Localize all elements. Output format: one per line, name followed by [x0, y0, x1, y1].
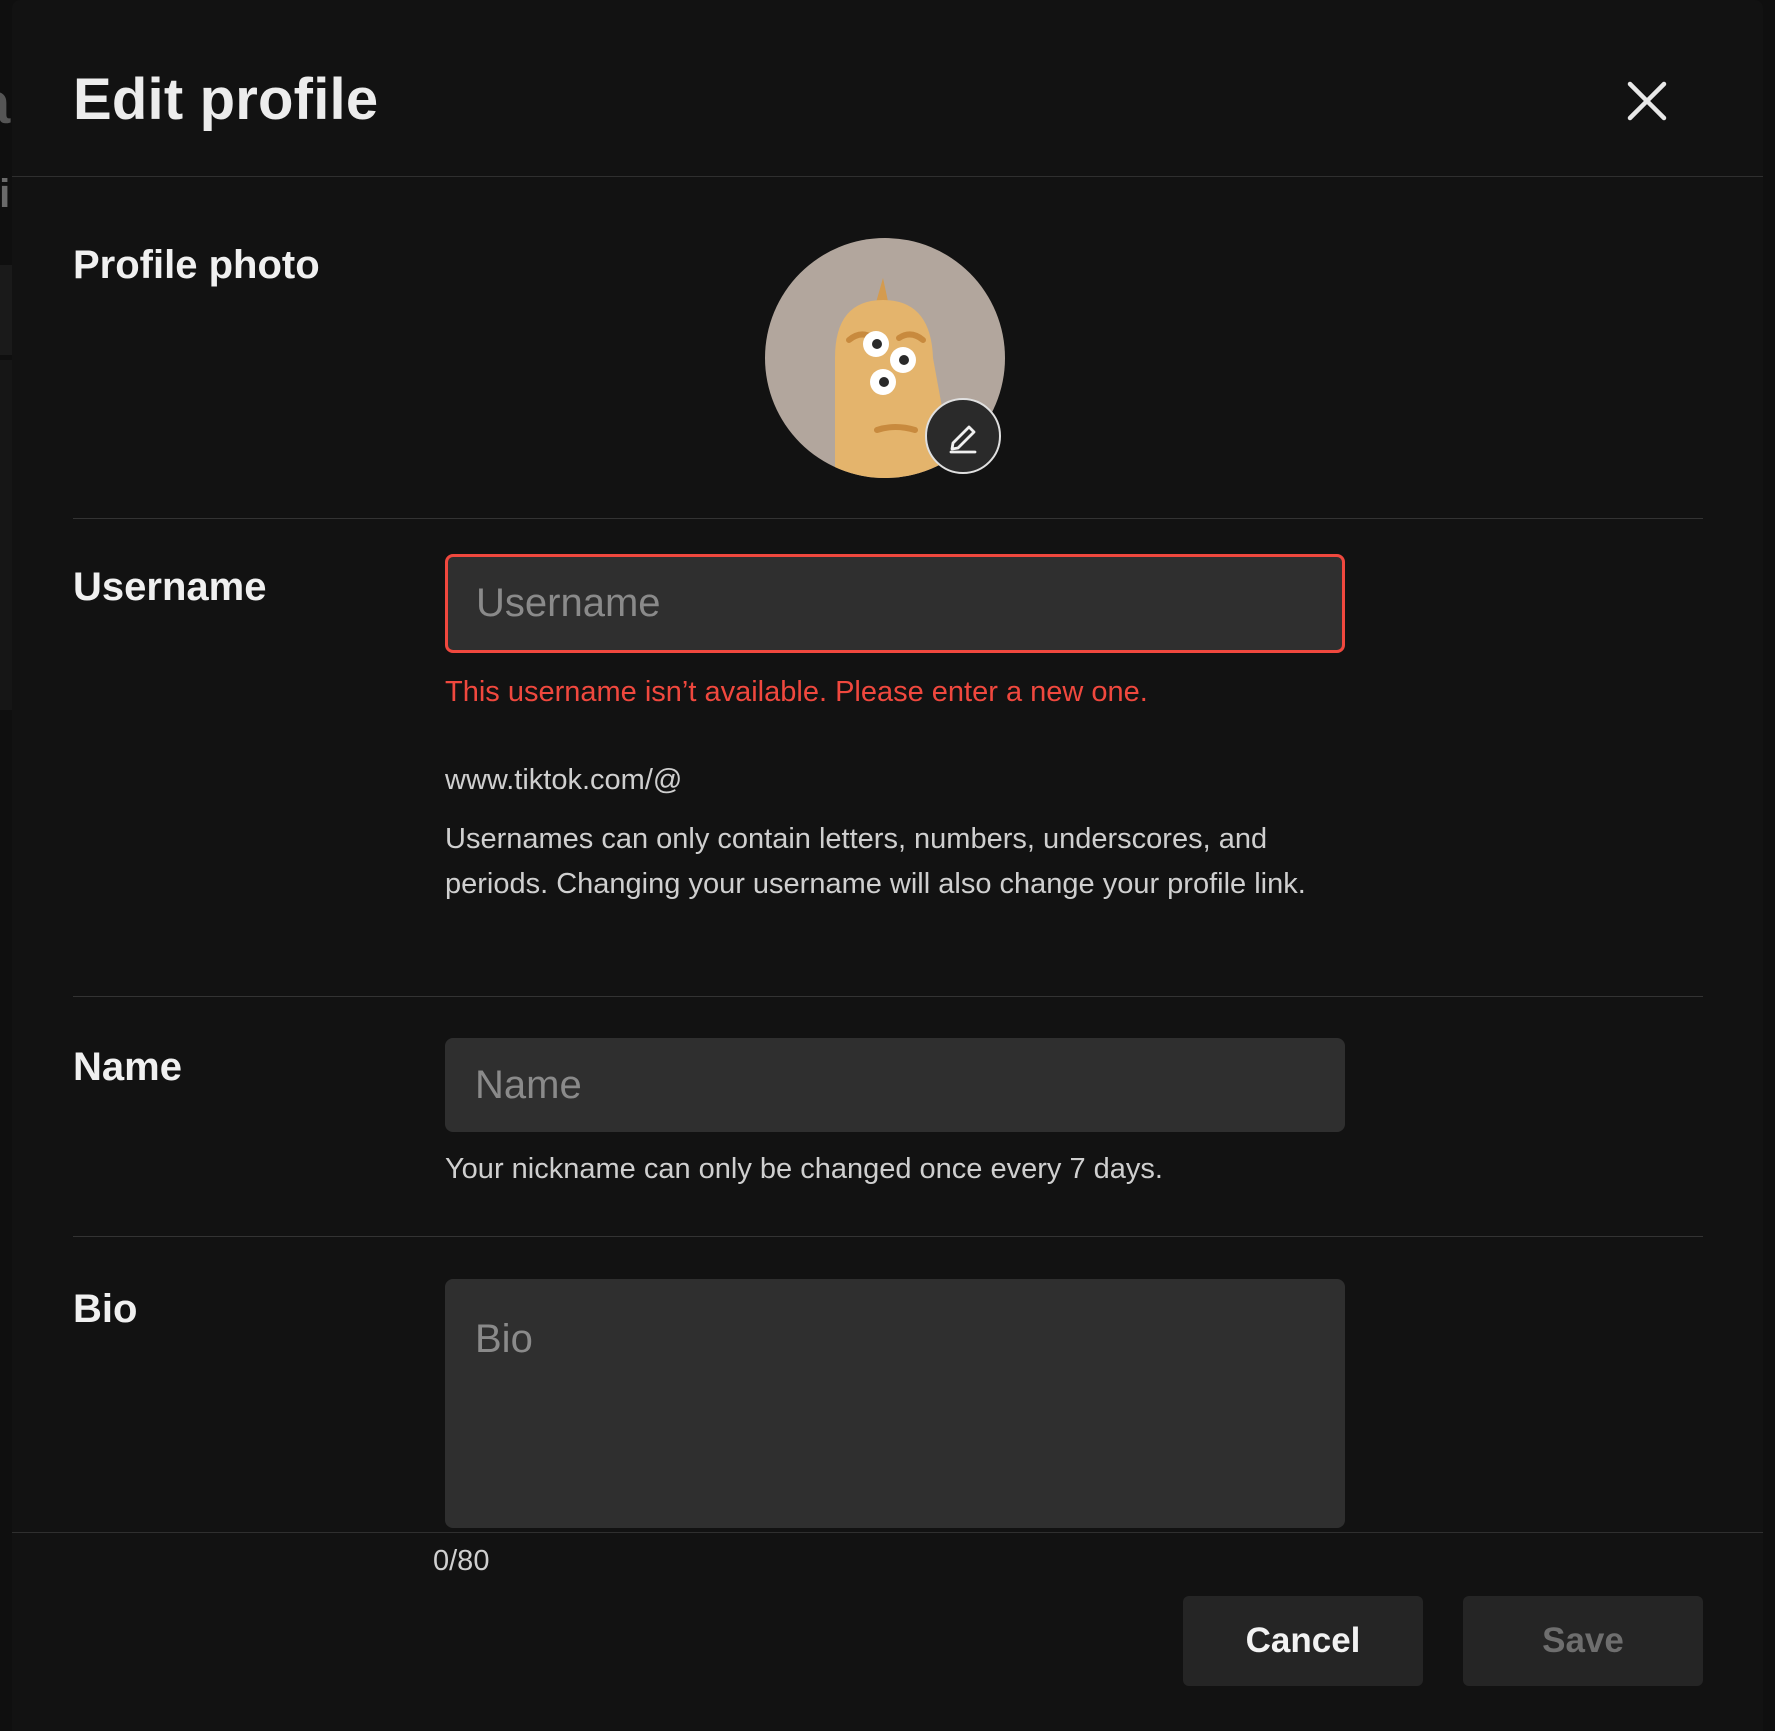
username-help-text: Usernames can only contain letters, numb… [445, 823, 1306, 900]
background-text-fragment: a [0, 70, 10, 137]
save-button[interactable]: Save [1463, 1596, 1703, 1686]
edit-profile-modal: Edit profile Profile photo Username User… [12, 0, 1763, 1731]
username-input[interactable] [445, 554, 1345, 653]
bio-character-counter: 0/80 [433, 1545, 490, 1577]
cancel-button[interactable]: Cancel [1183, 1596, 1423, 1686]
bio-label: Bio [73, 1287, 138, 1331]
name-input[interactable] [445, 1038, 1345, 1132]
modal-header: Edit profile [12, 0, 1763, 177]
username-section: Username This username isn’t available. … [73, 519, 1703, 997]
modal-content: Profile photo Username Username This use… [73, 177, 1703, 1532]
bio-input[interactable] [445, 1279, 1345, 1528]
background-block [0, 265, 12, 355]
modal-footer: Cancel Save [12, 1532, 1763, 1731]
close-button[interactable] [1620, 74, 1674, 128]
avatar-container [765, 238, 1005, 478]
username-label: Username [73, 565, 267, 609]
username-error-message: This username isn’t available. Please en… [445, 676, 1148, 708]
background-block [0, 360, 12, 710]
background-text-fragment: li [0, 172, 11, 216]
close-icon [1627, 81, 1667, 121]
edit-photo-button[interactable] [925, 398, 1001, 474]
modal-title: Edit profile [73, 67, 379, 132]
profile-photo-section: Profile photo [73, 177, 1703, 519]
name-help-text: Your nickname can only be changed once e… [445, 1153, 1163, 1185]
name-label: Name [73, 1045, 182, 1089]
bio-section: Bio [73, 1237, 1703, 1532]
profile-url-prefix: www.tiktok.com/@ [445, 764, 683, 796]
pencil-icon [949, 425, 977, 454]
name-section: Name Your nickname can only be changed o… [73, 997, 1703, 1237]
profile-photo-label: Profile photo [73, 243, 320, 287]
